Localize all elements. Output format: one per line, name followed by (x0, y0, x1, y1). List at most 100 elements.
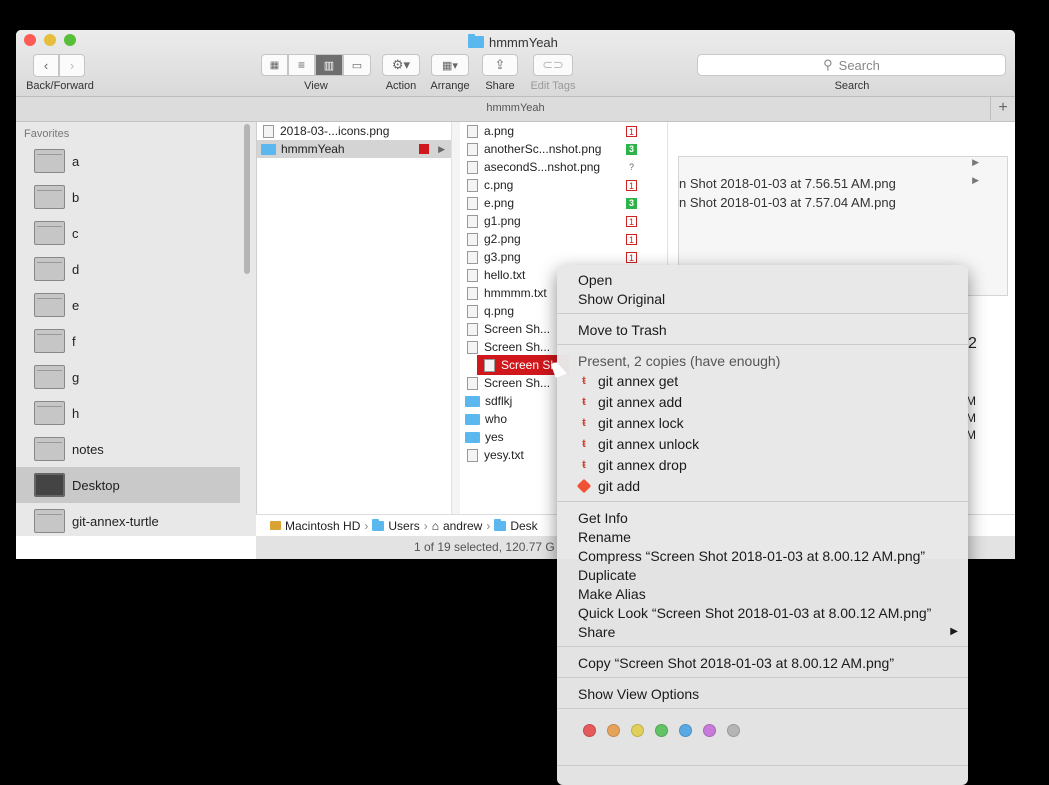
share-button[interactable]: ⇪ (482, 54, 518, 76)
coverflow-icon: ▭ (351, 59, 363, 72)
menu-item-move-to-trash[interactable]: Move to Trash (578, 320, 667, 339)
menu-item-git-annex-unlock[interactable]: ŧ git annex unlock (578, 434, 699, 453)
folder-icon (494, 518, 507, 531)
list-item[interactable]: e.png 3 (461, 194, 653, 212)
forward-button[interactable]: › (59, 54, 85, 77)
edit-tags-label: Edit Tags (530, 80, 576, 92)
folder-icon (34, 401, 65, 425)
sidebar-item-h[interactable]: h (16, 395, 240, 431)
list-item[interactable]: g1.png 1 (461, 212, 653, 230)
sidebar-item-git-annex-turtle[interactable]: git-annex-turtle (16, 503, 240, 539)
arrange-label: Arrange (430, 80, 470, 92)
action-label: Action (385, 80, 417, 92)
close-button[interactable] (24, 34, 36, 46)
search-icon: ⚲ (823, 57, 833, 72)
menu-item-git-annex-add[interactable]: ŧ git annex add (578, 392, 682, 411)
tag-color-dot[interactable] (583, 724, 596, 737)
breadcrumb-item[interactable]: Users (388, 519, 419, 533)
image-file-icon (467, 340, 478, 354)
list-item[interactable]: 2018-03-...icons.png (257, 122, 451, 140)
back-button[interactable]: ‹ (33, 54, 59, 77)
sidebar-item-desktop[interactable]: Desktop (16, 467, 240, 503)
list-item[interactable]: a.png 1 (461, 122, 653, 140)
arrange-icon: ▦▾ (442, 59, 458, 72)
breadcrumb-item[interactable]: Macintosh HD (285, 519, 360, 533)
folder-icon (465, 431, 480, 443)
menu-item-git-annex-get[interactable]: ŧ git annex get (578, 371, 678, 390)
text-file-icon (467, 448, 478, 462)
path-title-bar: hmmmYeah + (16, 97, 1015, 122)
menu-item-open[interactable]: Open (578, 270, 612, 289)
list-view-button[interactable]: ≡ (288, 54, 315, 76)
search-input[interactable]: ⚲ Search (697, 54, 1006, 76)
sidebar-item-f[interactable]: f (16, 323, 240, 359)
preview-text: n Shot 2018-01-03 at 7.56.51 AM.png (679, 176, 896, 191)
sidebar-item-notes[interactable]: notes (16, 431, 240, 467)
tag-color-dot[interactable] (703, 724, 716, 737)
sidebar-item-b[interactable]: b (16, 179, 240, 215)
back-forward-label: Back/Forward (26, 80, 94, 92)
submenu-arrow-icon: ▶ (950, 626, 958, 637)
menu-item-get-info[interactable]: Get Info (578, 508, 628, 527)
menu-item-duplicate[interactable]: Duplicate (578, 565, 636, 584)
menu-item-compress[interactable]: Compress “Screen Shot 2018-01-03 at 8.00… (578, 546, 925, 565)
menu-separator (557, 765, 968, 766)
icon-view-button[interactable]: ▦ (261, 54, 288, 76)
window-title: hmmmYeah (468, 34, 558, 50)
menu-item-copy[interactable]: Copy “Screen Shot 2018-01-03 at 8.00.12 … (578, 653, 894, 672)
minimize-button[interactable] (44, 34, 56, 46)
sidebar-scrollbar[interactable] (244, 124, 250, 274)
disclosure-arrow-icon: ▶ (438, 143, 445, 154)
grid-icon: ▦ (269, 59, 280, 71)
image-file-icon (484, 358, 495, 372)
list-item[interactable]: g3.png 1 (461, 248, 653, 266)
menu-item-git-annex-lock[interactable]: ŧ git annex lock (578, 413, 683, 432)
tag-color-dot[interactable] (679, 724, 692, 737)
breadcrumb-item[interactable]: Desk (510, 519, 537, 533)
menu-item-git-annex-drop[interactable]: ŧ git annex drop (578, 455, 687, 474)
menu-item-show-original[interactable]: Show Original (578, 289, 665, 308)
chevron-right-icon: › (69, 58, 75, 73)
action-button[interactable]: ⚙▾ (382, 54, 420, 76)
menu-item-make-alias[interactable]: Make Alias (578, 584, 646, 603)
column-view-button[interactable]: ▥ (315, 54, 343, 76)
zoom-button[interactable] (64, 34, 76, 46)
list-item-selected-folder[interactable]: hmmmYeah ▶ (257, 140, 451, 158)
columns-icon: ▥ (323, 59, 335, 72)
gallery-view-button[interactable]: ▭ (343, 54, 371, 76)
tag-color-dot[interactable] (607, 724, 620, 737)
list-item[interactable]: anotherSc...nshot.png 3 (461, 140, 653, 158)
sidebar-item-d[interactable]: d (16, 251, 240, 287)
edit-tags-button[interactable]: ⊂⊃ (533, 54, 573, 76)
menu-item-share[interactable]: Share ▶ (578, 622, 958, 641)
breadcrumb-item[interactable]: andrew (443, 519, 482, 533)
menu-separator (557, 708, 968, 709)
image-file-icon (467, 160, 478, 174)
menu-item-quick-look[interactable]: Quick Look “Screen Shot 2018-01-03 at 8.… (578, 603, 931, 622)
copies-badge: 3 (626, 197, 637, 209)
sidebar-item-a[interactable]: a (16, 143, 240, 179)
text-file-icon (467, 286, 478, 300)
column-divider[interactable] (452, 122, 460, 514)
menu-item-show-view-options[interactable]: Show View Options (578, 684, 699, 703)
turtle-icon: ŧ (582, 458, 586, 471)
sidebar-item-g[interactable]: g (16, 359, 240, 395)
list-item[interactable]: g2.png 1 (461, 230, 653, 248)
sidebar-item-c[interactable]: c (16, 215, 240, 251)
tag-color-dot[interactable] (631, 724, 644, 737)
folder-icon (34, 329, 65, 353)
plus-icon: + (998, 99, 1008, 116)
share-icon: ⇪ (494, 57, 506, 72)
arrange-button[interactable]: ▦▾ (431, 54, 469, 76)
add-tab-button[interactable]: + (990, 97, 1015, 120)
image-file-icon (263, 124, 274, 138)
breadcrumb-separator-icon: › (486, 518, 491, 533)
tag-color-dot[interactable] (655, 724, 668, 737)
tag-color-dot[interactable] (727, 724, 740, 737)
list-icon: ≡ (297, 58, 305, 72)
list-item[interactable]: c.png 1 (461, 176, 653, 194)
menu-item-rename[interactable]: Rename (578, 527, 631, 546)
list-item[interactable]: asecondS...nshot.png? (461, 158, 653, 176)
menu-item-git-add[interactable]: git add (576, 476, 640, 495)
sidebar-item-e[interactable]: e (16, 287, 240, 323)
